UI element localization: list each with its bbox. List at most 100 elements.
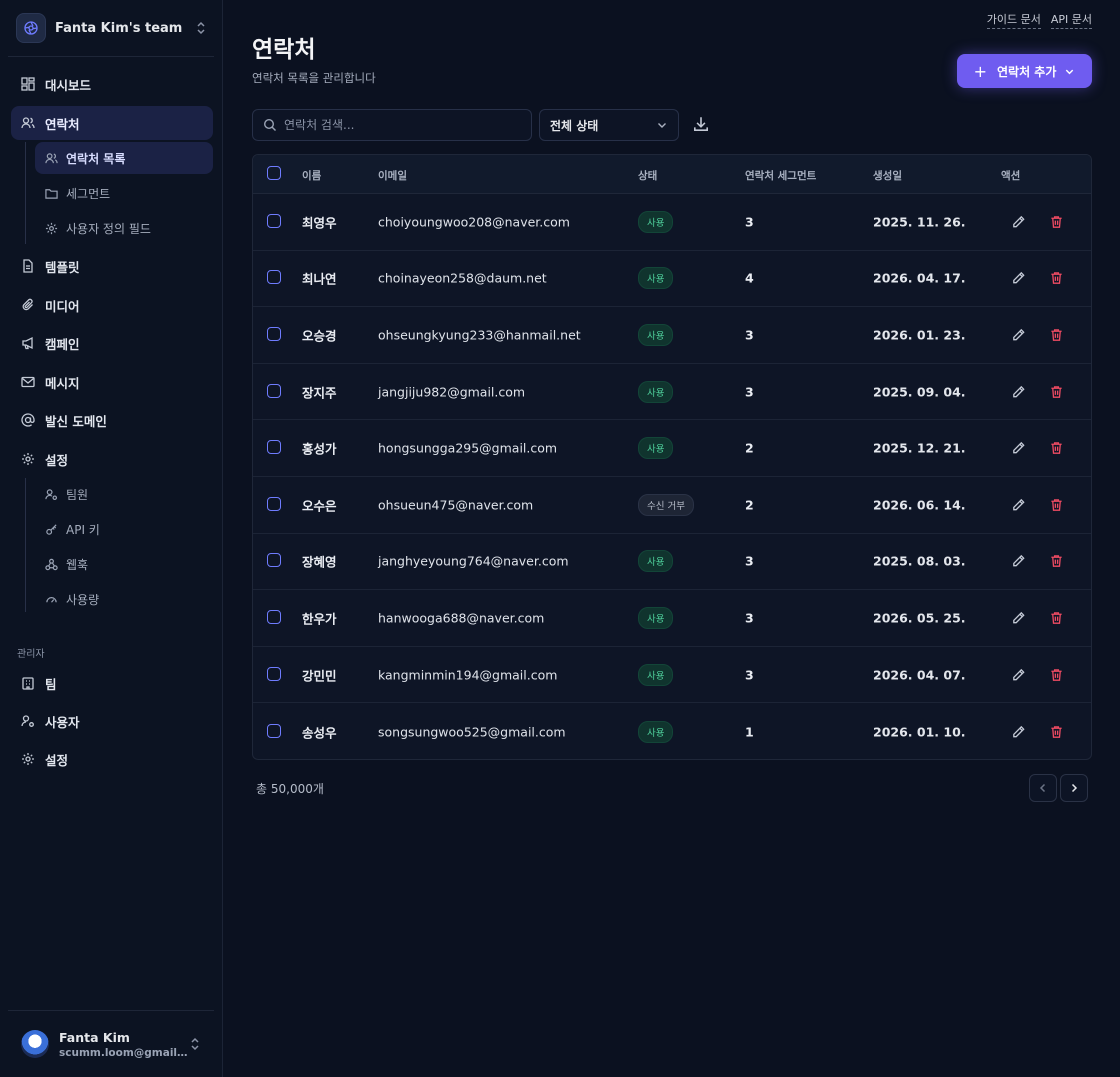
nav-sending-domains[interactable]: 발신 도메인 [11, 403, 213, 437]
page-title: 연락처 [252, 37, 316, 63]
pencil-icon[interactable] [1011, 554, 1026, 569]
download-icon[interactable] [692, 115, 710, 133]
nav-segments-label: 세그먼트 [66, 186, 111, 201]
pencil-icon[interactable] [1011, 724, 1026, 739]
row-checkbox[interactable] [267, 666, 281, 681]
row-checkbox[interactable] [267, 270, 281, 285]
trash-icon[interactable] [1049, 441, 1064, 456]
trash-icon[interactable] [1049, 384, 1064, 399]
trash-icon[interactable] [1049, 271, 1064, 286]
trash-icon[interactable] [1049, 724, 1064, 739]
table-row[interactable]: 한우가 hanwooga688@naver.com 사용 3 2026. 05.… [253, 590, 1091, 647]
header-status[interactable]: 상태 [638, 168, 657, 183]
prev-page-button[interactable] [1029, 774, 1057, 802]
row-checkbox[interactable] [267, 496, 281, 511]
trash-icon[interactable] [1049, 554, 1064, 569]
nav-media[interactable]: 미디어 [11, 288, 213, 322]
user-menu[interactable]: Fanta Kim scumm.loom@gmail.c... [8, 1020, 215, 1068]
nav-admin-users[interactable]: 사용자 [11, 704, 213, 738]
api-docs-link[interactable]: API 문서 [1050, 11, 1092, 29]
pencil-icon[interactable] [1011, 327, 1026, 342]
pencil-icon[interactable] [1011, 497, 1026, 512]
nav-api-keys[interactable]: API 키 [35, 513, 213, 545]
add-contact-label: 연락처 추가 [997, 64, 1057, 79]
gear-icon [22, 453, 34, 465]
header-name[interactable]: 이름 [302, 168, 321, 183]
nav-contacts-list[interactable]: 연락처 목록 [35, 142, 213, 174]
trash-icon[interactable] [1049, 327, 1064, 342]
nav-templates-label: 템플릿 [45, 259, 80, 275]
table-row[interactable]: 송성우 songsungwoo525@gmail.com 사용 1 2026. … [253, 703, 1091, 759]
select-all-checkbox[interactable] [267, 166, 281, 180]
contact-email: hongsungga295@gmail.com [378, 440, 558, 456]
building-icon [22, 677, 34, 690]
pencil-icon[interactable] [1011, 667, 1026, 682]
contact-email: songsungwoo525@gmail.com [378, 724, 566, 740]
nav-team-members[interactable]: 팀원 [35, 478, 213, 510]
search-input[interactable] [284, 118, 514, 132]
nav-admin-settings[interactable]: 설정 [11, 742, 213, 776]
nav-contacts[interactable]: 연락처 [11, 106, 213, 140]
contact-name: 최나연 [302, 271, 337, 287]
nav-admin-teams-label: 팀 [45, 676, 57, 692]
nav-settings[interactable]: 설정 [11, 442, 213, 476]
add-contact-button[interactable]: + 연락처 추가 [957, 54, 1092, 88]
nav-webhooks[interactable]: 웹훅 [35, 548, 213, 580]
row-checkbox[interactable] [267, 383, 281, 398]
row-checkbox[interactable] [267, 326, 281, 341]
nav-admin-settings-label: 설정 [45, 752, 69, 768]
trash-icon[interactable] [1049, 214, 1064, 229]
pencil-icon[interactable] [1011, 384, 1026, 399]
guide-docs-link[interactable]: 가이드 문서 [986, 11, 1041, 29]
table-row[interactable]: 강민민 kangminmin194@gmail.com 사용 3 2026. 0… [253, 647, 1091, 704]
pencil-icon[interactable] [1011, 610, 1026, 625]
table-row[interactable]: 장지주 jangjiju982@gmail.com 사용 3 2025. 09.… [253, 364, 1091, 421]
contact-name: 강민민 [302, 668, 337, 684]
contact-email: kangminmin194@gmail.com [378, 667, 558, 683]
user-name: Fanta Kim [59, 1029, 130, 1045]
row-checkbox[interactable] [267, 213, 281, 228]
pencil-icon[interactable] [1011, 271, 1026, 286]
nav-dashboard[interactable]: 대시보드 [11, 67, 213, 101]
nav-custom-fields[interactable]: 사용자 정의 필드 [35, 212, 213, 244]
contact-email: choinayeon258@daum.net [378, 270, 547, 286]
sidebar: Fanta Kim's team 대시보드 연락처 연락처 목록 세그먼트 사용… [0, 0, 223, 1077]
nav-admin-teams[interactable]: 팀 [11, 666, 213, 700]
created-date: 2025. 12. 21. [873, 440, 966, 456]
segment-count: 3 [745, 327, 754, 343]
table-row[interactable]: 최영우 choiyoungwoo208@naver.com 사용 3 2025.… [253, 194, 1091, 251]
team-switcher[interactable]: Fanta Kim's team [8, 8, 215, 48]
nav-templates[interactable]: 템플릿 [11, 249, 213, 283]
header-actions: 액션 [1001, 170, 1021, 182]
contact-name: 한우가 [302, 611, 337, 627]
trash-icon[interactable] [1049, 497, 1064, 512]
row-checkbox[interactable] [267, 723, 281, 738]
chevron-right-icon [1071, 783, 1078, 793]
row-checkbox[interactable] [267, 553, 281, 568]
table-row[interactable]: 오승경 ohseungkyung233@hanmail.net 사용 3 202… [253, 307, 1091, 364]
file-icon [23, 259, 33, 273]
trash-icon[interactable] [1049, 667, 1064, 682]
status-filter-select[interactable]: 전체 상태 [539, 109, 679, 141]
pencil-icon[interactable] [1011, 214, 1026, 229]
nav-campaigns[interactable]: 캠페인 [11, 326, 213, 360]
table-row[interactable]: 장혜영 janghyeyoung764@naver.com 사용 3 2025.… [253, 534, 1091, 591]
nav-usage[interactable]: 사용량 [35, 583, 213, 615]
nav-messages[interactable]: 메시지 [11, 365, 213, 399]
search-field[interactable] [252, 109, 532, 141]
header-email[interactable]: 이메일 [378, 168, 407, 183]
user-icon [21, 715, 34, 727]
row-checkbox[interactable] [267, 609, 281, 624]
pencil-icon[interactable] [1011, 441, 1026, 456]
header-created[interactable]: 생성일 [873, 168, 902, 183]
nav-segments[interactable]: 세그먼트 [35, 177, 213, 209]
row-checkbox[interactable] [267, 440, 281, 455]
header-segments[interactable]: 연락처 세그먼트 [745, 168, 816, 183]
table-row[interactable]: 최나연 choinayeon258@daum.net 사용 4 2026. 04… [253, 251, 1091, 308]
trash-icon[interactable] [1049, 610, 1064, 625]
table-row[interactable]: 홍성가 hongsungga295@gmail.com 사용 2 2025. 1… [253, 420, 1091, 477]
table-row[interactable]: 오수은 ohsueun475@naver.com 수신 거부 2 2026. 0… [253, 477, 1091, 534]
aperture-icon [16, 13, 46, 43]
next-page-button[interactable] [1060, 774, 1088, 802]
status-badge: 사용 [638, 380, 674, 403]
